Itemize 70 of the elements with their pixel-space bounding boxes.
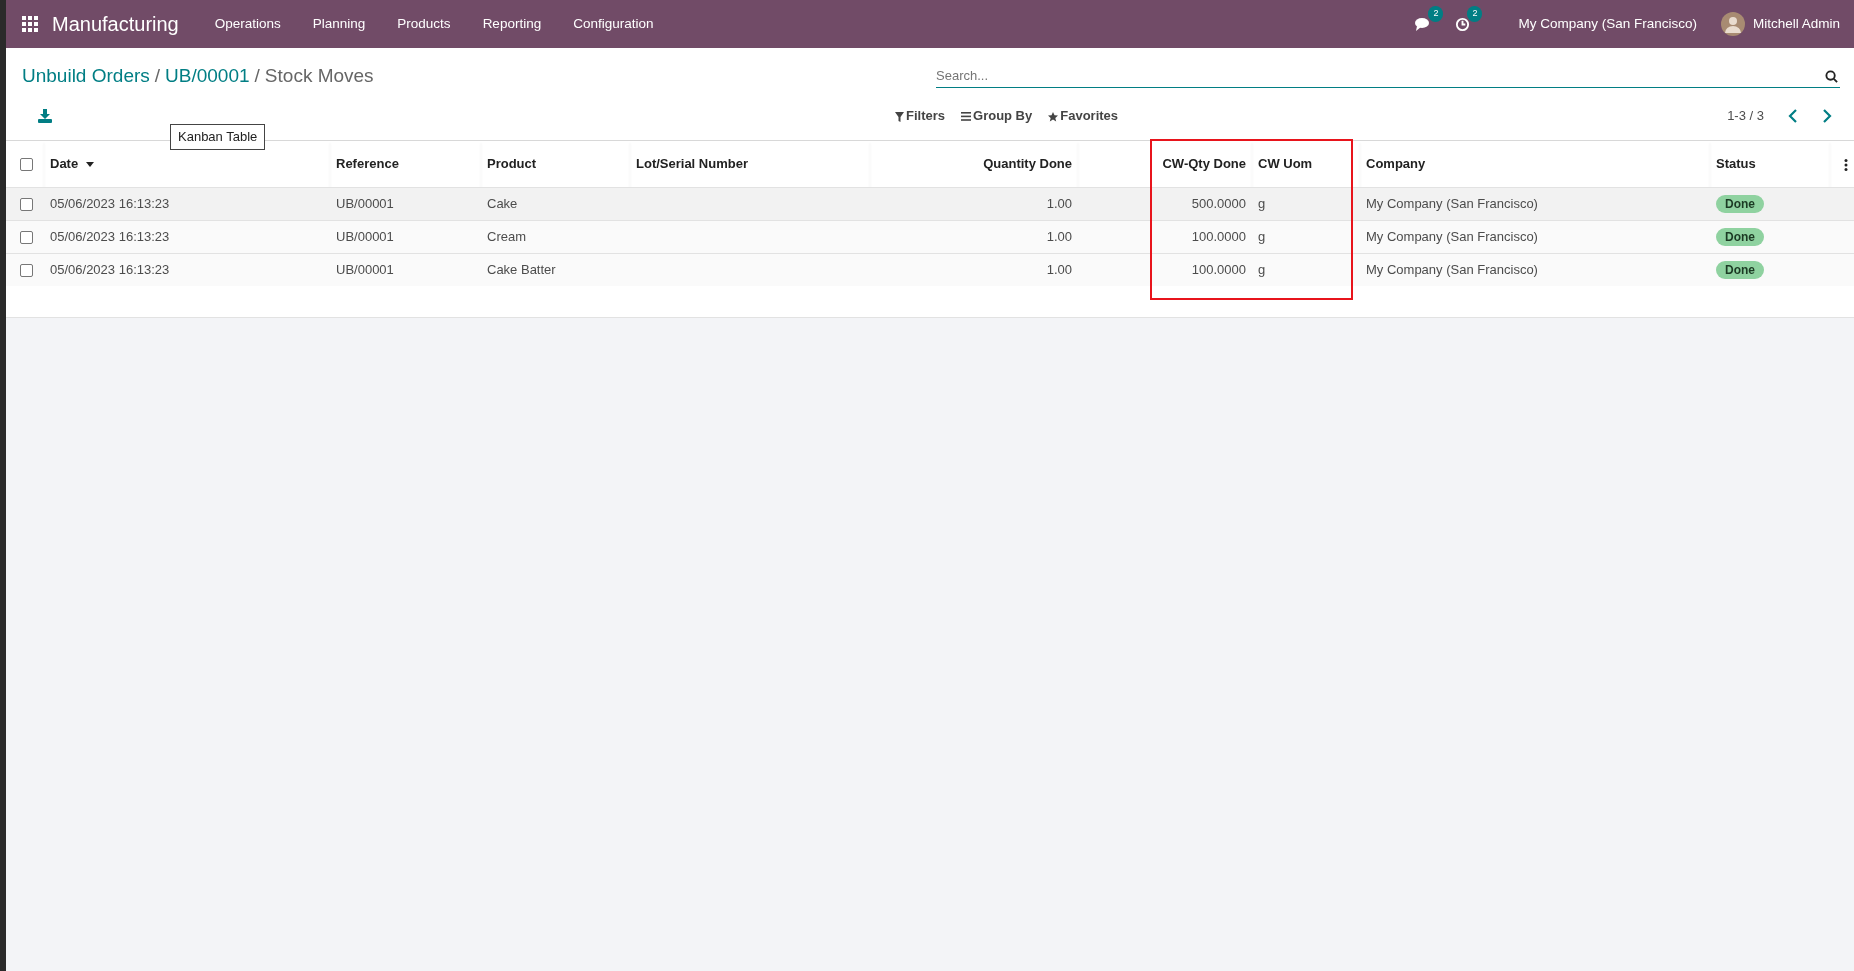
filter-menu-button[interactable]: Filters bbox=[887, 106, 953, 126]
pager-text: 1-3 / 3 bbox=[1727, 107, 1764, 126]
company-switcher[interactable]: My Company (San Francisco) bbox=[1518, 13, 1697, 35]
table-cell: My Company (San Francisco) bbox=[1366, 195, 1538, 211]
column-header[interactable]: CW-Qty Done bbox=[1162, 156, 1246, 171]
funnel-icon bbox=[895, 111, 904, 122]
tooltip: Kanban Table bbox=[170, 124, 266, 150]
column-header[interactable]: Reference bbox=[336, 156, 399, 171]
column-header[interactable]: Quantity Done bbox=[983, 156, 1072, 171]
sort-caret-icon bbox=[85, 162, 94, 168]
table-cell: g bbox=[1258, 228, 1266, 244]
table-cell: UB/00001 bbox=[336, 228, 394, 244]
table-cell: 1.00 bbox=[1046, 228, 1072, 244]
kebab-menu-icon[interactable] bbox=[1844, 158, 1848, 171]
table-cell: 05/06/2023 16:13:23 bbox=[50, 195, 170, 211]
table-cell: My Company (San Francisco) bbox=[1366, 262, 1538, 277]
menu-item[interactable]: Planning bbox=[296, 13, 382, 35]
table-cell: 1.00 bbox=[1046, 262, 1072, 277]
status-badge: Done bbox=[1716, 261, 1764, 279]
breadcrumb-link[interactable]: UB/00001 bbox=[165, 64, 250, 86]
filter-menu-button[interactable]: Group By bbox=[953, 106, 1041, 126]
breadcrumb-separator: / bbox=[254, 64, 260, 86]
column-header[interactable]: Product bbox=[487, 156, 537, 171]
table-cell: Cake Batter bbox=[487, 262, 556, 277]
menu-item[interactable]: Reporting bbox=[466, 13, 558, 35]
table-cell: UB/00001 bbox=[336, 262, 394, 277]
table-cell: Cake bbox=[487, 195, 518, 211]
table-cell: 100.0000 bbox=[1191, 262, 1246, 277]
menu-item[interactable]: Operations bbox=[198, 13, 297, 35]
status-badge: Done bbox=[1716, 227, 1764, 246]
table-cell: g bbox=[1258, 195, 1266, 211]
activity-count-badge: 2 bbox=[1467, 6, 1483, 22]
download-icon[interactable] bbox=[38, 109, 52, 123]
row-checkbox[interactable] bbox=[20, 197, 33, 211]
table-cell: g bbox=[1258, 262, 1266, 277]
column-header[interactable]: Lot/Serial Number bbox=[636, 156, 748, 171]
search-icon[interactable] bbox=[1825, 69, 1838, 83]
breadcrumb-separator: / bbox=[154, 64, 161, 86]
clock-icon[interactable] bbox=[1455, 17, 1471, 33]
list-icon bbox=[961, 112, 971, 122]
user-menu[interactable]: Mitchell Admin bbox=[1752, 13, 1840, 35]
row-checkbox[interactable] bbox=[20, 230, 33, 244]
status-badge: Done bbox=[1716, 194, 1764, 213]
select-all-checkbox[interactable] bbox=[20, 158, 33, 172]
star-icon bbox=[1048, 111, 1059, 122]
avatar-icon bbox=[1720, 12, 1745, 36]
filter-menu-button[interactable]: Favorites bbox=[1040, 106, 1127, 126]
column-header[interactable]: Status bbox=[1716, 156, 1756, 171]
table-cell: 100.0000 bbox=[1191, 228, 1246, 244]
row-checkbox[interactable] bbox=[20, 264, 33, 278]
table-cell: My Company (San Francisco) bbox=[1366, 228, 1538, 244]
app-grid-icon[interactable] bbox=[22, 16, 38, 32]
message-count-badge: 2 bbox=[1428, 6, 1444, 22]
column-header[interactable]: CW Uom bbox=[1258, 156, 1313, 171]
breadcrumb-current: Stock Moves bbox=[264, 64, 374, 86]
menu-item[interactable]: Configuration bbox=[557, 13, 670, 35]
table-cell: 05/06/2023 16:13:23 bbox=[50, 228, 170, 244]
column-header[interactable]: Company bbox=[1366, 156, 1426, 171]
table-cell: 1.00 bbox=[1046, 195, 1072, 211]
table-cell: UB/00001 bbox=[336, 195, 394, 211]
next-icon[interactable] bbox=[1822, 109, 1832, 123]
menu-item[interactable]: Products bbox=[381, 13, 467, 35]
table-cell: 500.0000 bbox=[1191, 195, 1246, 211]
previous-icon[interactable] bbox=[1788, 109, 1798, 123]
app-title: Manufacturing bbox=[52, 12, 179, 37]
table-cell: Cream bbox=[487, 228, 526, 244]
column-header[interactable]: Date bbox=[50, 156, 94, 171]
chat-icon[interactable] bbox=[1415, 17, 1432, 33]
breadcrumb-link[interactable]: Unbuild Orders bbox=[22, 64, 150, 86]
table-cell: 05/06/2023 16:13:23 bbox=[50, 262, 170, 277]
